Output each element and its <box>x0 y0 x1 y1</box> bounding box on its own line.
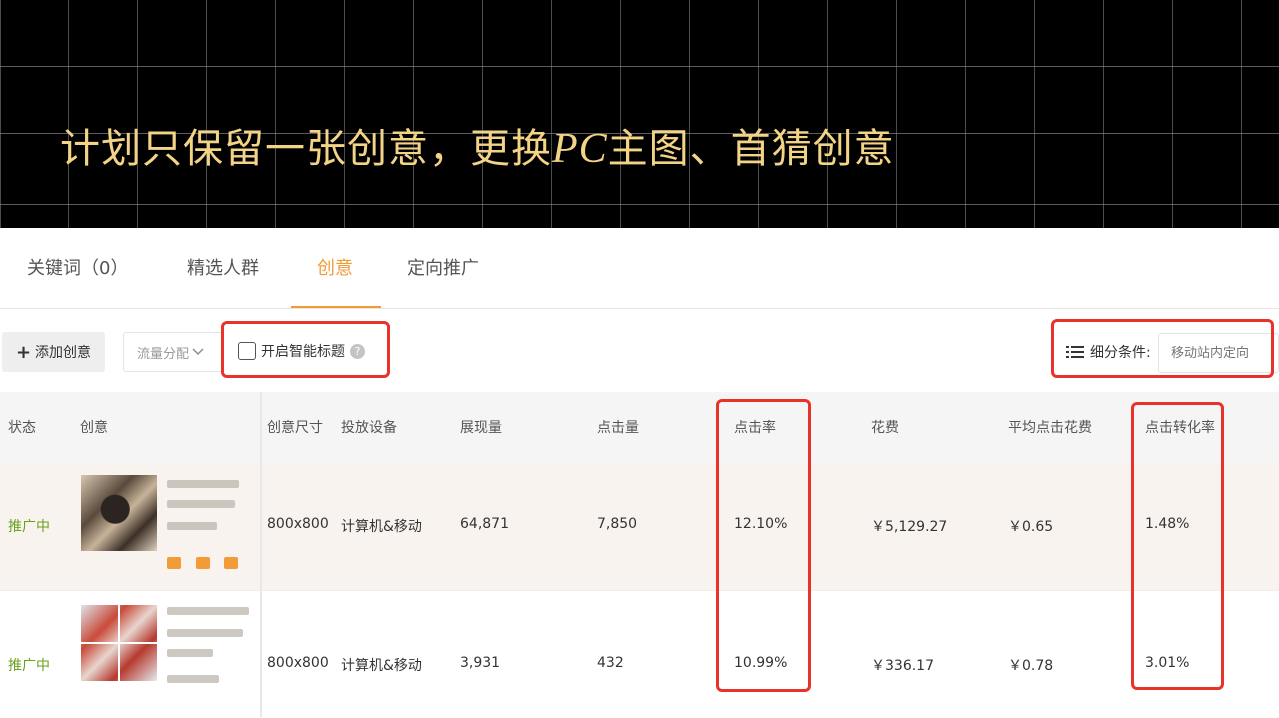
grid-line <box>206 0 207 228</box>
table-row: 推广中 800x800 计算机&移动 64,871 7,850 12.10% ￥… <box>0 462 1279 590</box>
status-text: 推广中 <box>8 519 50 535</box>
cell-cpc: ￥0.65 <box>1008 519 1054 535</box>
active-tab-indicator <box>291 306 381 308</box>
grid-line <box>68 0 69 228</box>
edit-icon[interactable] <box>167 557 181 569</box>
creative-title-blurred <box>167 607 249 615</box>
column-header-cvr[interactable]: 点击转化率 <box>1145 417 1215 437</box>
cell-size: 800x800 <box>267 516 329 532</box>
creative-title-blurred <box>167 649 213 657</box>
slide-title-pc: PC <box>552 126 608 172</box>
column-header-device: 投放设备 <box>341 420 397 436</box>
grid-line <box>1034 0 1035 228</box>
cell-cost: ￥5,129.27 <box>871 519 948 535</box>
tab-bar: 关键词（0） 精选人群 创意 定向推广 <box>0 228 1279 309</box>
creative-thumbnail[interactable] <box>81 605 157 681</box>
tab-creative[interactable]: 创意 <box>317 254 353 280</box>
cell-ctr: 10.99% <box>734 655 788 671</box>
grid-line <box>413 0 414 228</box>
tab-targeted-promotion[interactable]: 定向推广 <box>407 254 479 280</box>
grid-line <box>620 0 621 228</box>
column-divider <box>260 392 262 717</box>
grid-line <box>344 0 345 228</box>
pause-icon[interactable] <box>196 557 210 569</box>
cell-device: 计算机&移动 <box>341 658 422 674</box>
list-icon <box>1066 346 1084 358</box>
status-text: 推广中 <box>8 658 50 674</box>
creative-title-blurred <box>167 629 243 637</box>
grid-line <box>275 0 276 228</box>
cell-cvr: 1.48% <box>1145 516 1190 532</box>
add-creative-label: 添加创意 <box>35 345 92 361</box>
help-icon[interactable]: ? <box>350 343 365 359</box>
cell-cpc: ￥0.78 <box>1008 658 1054 674</box>
grid-line <box>965 0 966 228</box>
smart-title-checkbox[interactable] <box>238 342 256 360</box>
grid-line <box>1172 0 1173 228</box>
flow-allocation-label: 流量分配 <box>137 346 190 362</box>
cell-size: 800x800 <box>267 655 329 671</box>
slide-title-part2: 主图、首猜创意 <box>607 126 895 172</box>
creative-title-blurred <box>167 522 217 530</box>
grid-line <box>0 66 1279 67</box>
grid-line <box>1241 0 1242 228</box>
segment-filter: 细分条件: <box>1066 342 1151 362</box>
column-header-ctr[interactable]: 点击率 <box>734 417 776 437</box>
segment-filter-label: 细分条件: <box>1090 345 1151 361</box>
grid-line <box>0 0 1 228</box>
smart-title-option: 开启智能标题 ? <box>238 340 365 362</box>
cell-device: 计算机&移动 <box>341 519 422 535</box>
grid-line <box>137 0 138 228</box>
slide-title-part1: 计划只保留一张创意，更换 <box>60 126 552 172</box>
cell-cost: ￥336.17 <box>871 658 934 674</box>
plus-icon: + <box>15 341 32 363</box>
grid-line <box>1103 0 1104 228</box>
cell-impressions: 64,871 <box>460 516 509 532</box>
replace-icon[interactable] <box>224 557 238 569</box>
segment-filter-input[interactable] <box>1158 333 1279 373</box>
add-creative-button[interactable]: + 添加创意 <box>2 332 105 372</box>
column-header-clicks[interactable]: 点击量 <box>597 417 639 437</box>
grid-line <box>827 0 828 228</box>
column-header-cost[interactable]: 花费 <box>871 417 899 437</box>
column-header-creative: 创意 <box>80 420 108 436</box>
slide-banner: 计划只保留一张创意，更换PC主图、首猜创意 <box>0 0 1279 228</box>
column-header-impressions[interactable]: 展现量 <box>460 417 502 437</box>
cell-clicks: 7,850 <box>597 516 638 532</box>
creative-title-blurred <box>167 500 235 508</box>
cell-impressions: 3,931 <box>460 655 501 671</box>
creative-thumbnail[interactable] <box>81 475 157 551</box>
tab-selected-audience[interactable]: 精选人群 <box>187 254 259 280</box>
column-header-status: 状态 <box>8 420 36 436</box>
cell-clicks: 432 <box>597 655 624 671</box>
grid-line <box>758 0 759 228</box>
cell-ctr: 12.10% <box>734 516 788 532</box>
column-header-cpc[interactable]: 平均点击花费 <box>1008 417 1092 437</box>
grid-line <box>689 0 690 228</box>
grid-line <box>896 0 897 228</box>
grid-line <box>482 0 483 228</box>
column-header-size: 创意尺寸 <box>267 420 323 436</box>
table-row: 推广中 800x800 计算机&移动 3,931 432 10.99% ￥336… <box>0 590 1279 718</box>
flow-allocation-dropdown[interactable]: 流量分配 <box>123 332 223 372</box>
slide-title: 计划只保留一张创意，更换PC主图、首猜创意 <box>60 116 895 174</box>
creative-title-blurred <box>167 675 219 683</box>
creative-title-blurred <box>167 480 239 488</box>
grid-line <box>0 204 1279 205</box>
smart-title-label: 开启智能标题 <box>261 344 345 360</box>
chevron-down-icon <box>192 348 204 355</box>
table-header: 状态 创意 创意尺寸 投放设备 展现量 点击量 点击率 花费 平均点击花费 点击… <box>0 392 1279 462</box>
tab-keywords[interactable]: 关键词（0） <box>27 254 128 280</box>
grid-line <box>551 0 552 228</box>
cell-cvr: 3.01% <box>1145 655 1190 671</box>
